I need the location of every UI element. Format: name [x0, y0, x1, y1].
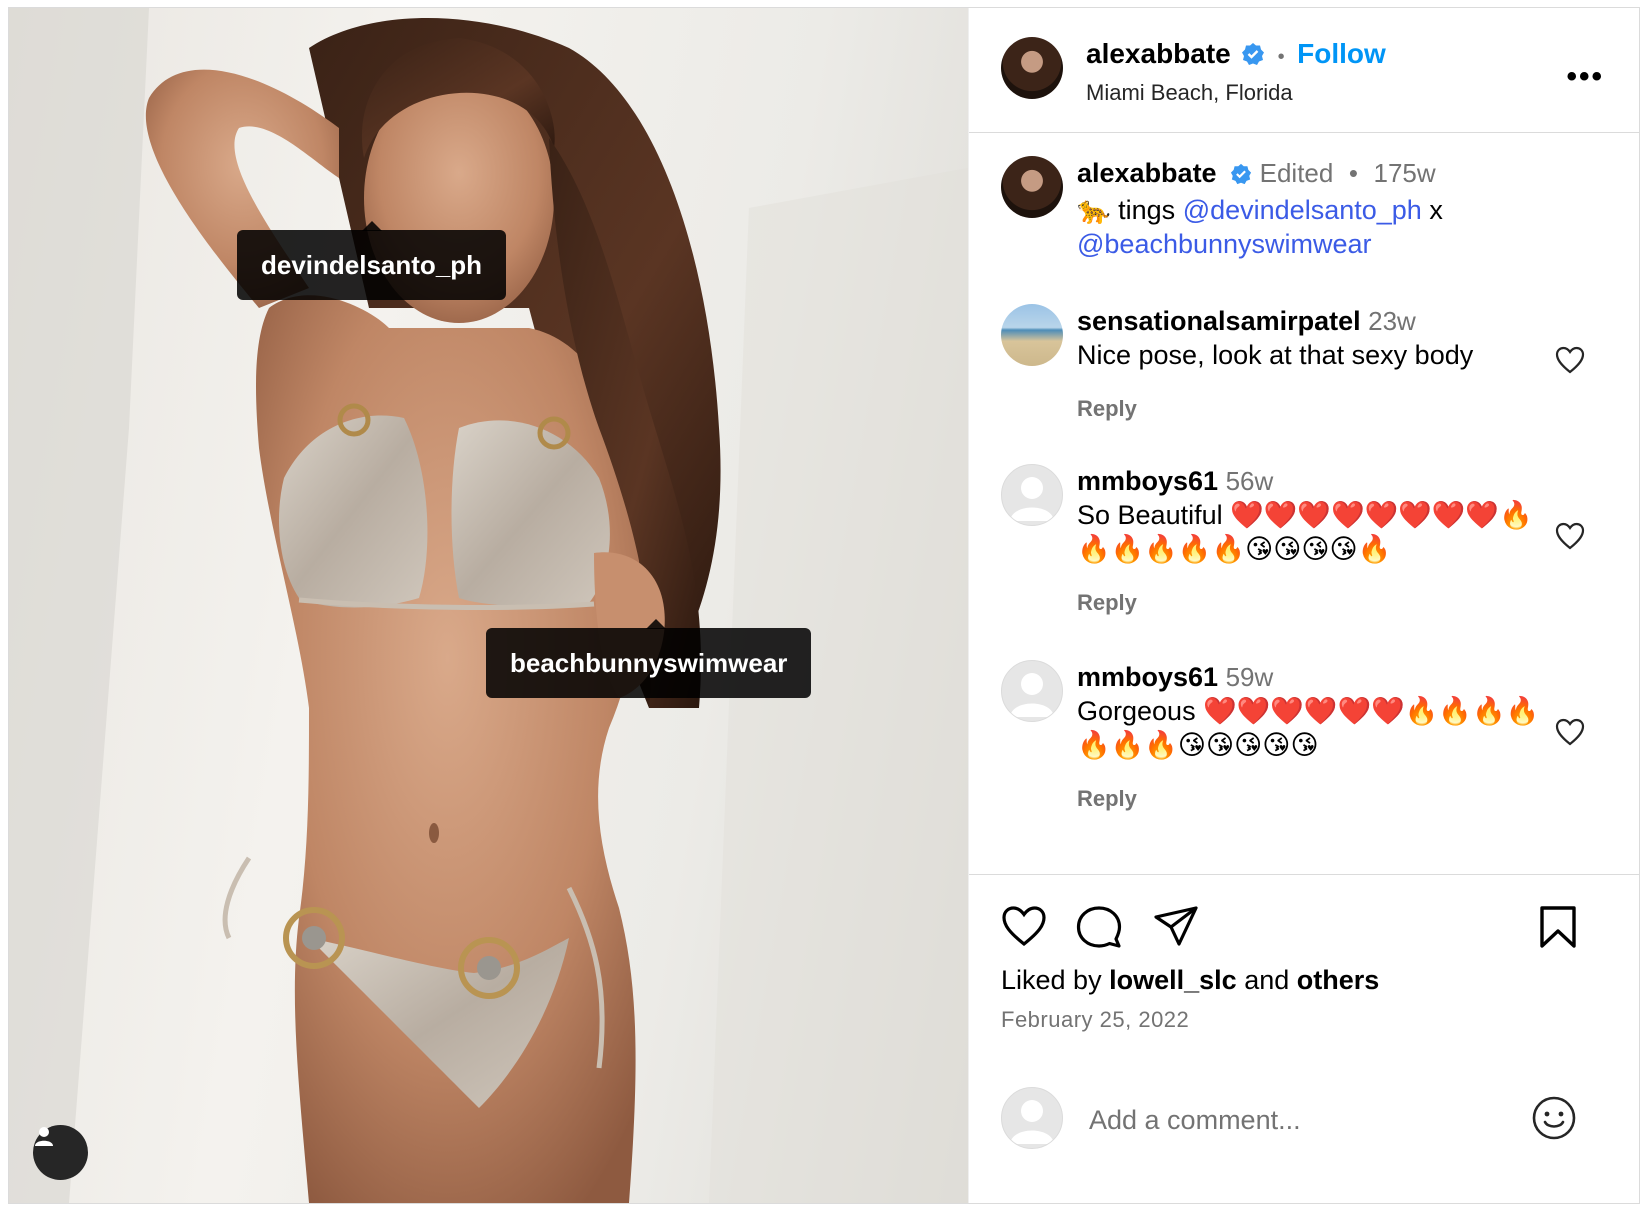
reply-button[interactable]: Reply [1077, 782, 1547, 816]
like-comment-heart-icon[interactable] [1555, 718, 1585, 746]
share-paper-plane-icon[interactable] [1153, 905, 1199, 947]
photo-illustration [9, 8, 968, 1203]
more-options-button[interactable]: ••• [1566, 60, 1604, 94]
separator-dot: • [1348, 158, 1358, 188]
like-comment-heart-icon[interactable] [1555, 522, 1585, 550]
post-date[interactable]: February 25, 2022 [1001, 1007, 1189, 1033]
default-avatar-icon [1010, 1100, 1054, 1144]
person-icon [35, 1127, 53, 1146]
default-avatar-icon [1010, 673, 1054, 717]
caption-mention[interactable]: @devindelsanto_ph [1183, 195, 1422, 225]
caption-emoji: 🐆 [1077, 195, 1111, 225]
default-avatar-icon [1010, 477, 1054, 521]
add-comment-input[interactable] [1087, 1097, 1501, 1143]
liked-by-and: and [1244, 965, 1290, 995]
viewer-avatar [1001, 1087, 1063, 1149]
commenter-username[interactable]: sensationalsamirpatel [1077, 306, 1361, 336]
post-side-panel: alexabbate • Follow Miami Beach, Florida… [968, 8, 1640, 1203]
comment-time[interactable]: 56w [1226, 466, 1274, 496]
comment-bubble-icon[interactable] [1076, 905, 1122, 949]
comment-text: So Beautiful ❤️❤️❤️❤️❤️❤️❤️❤️🔥🔥🔥🔥🔥🔥😘😘😘😘🔥 [1077, 500, 1533, 564]
comments-list[interactable]: alexabbate Edited • 175w 🐆 tings @devind… [969, 132, 1640, 874]
save-bookmark-icon[interactable] [1539, 905, 1577, 949]
likes-summary: Liked by lowell_slc and others [1001, 965, 1379, 996]
like-heart-icon[interactable] [1001, 905, 1047, 947]
post-location[interactable]: Miami Beach, Florida [1086, 80, 1293, 106]
separator-dot: • [1277, 46, 1285, 68]
verified-badge-icon [1230, 159, 1252, 193]
post-dialog: devindelsanto_ph beachbunnyswimwear alex… [8, 7, 1640, 1204]
commenter-avatar[interactable] [1001, 660, 1063, 722]
photo-user-tag[interactable]: beachbunnyswimwear [486, 619, 812, 698]
caption-time[interactable]: 175w [1373, 158, 1435, 188]
tagged-users-button[interactable] [33, 1125, 88, 1180]
caption-joiner: x [1429, 195, 1443, 225]
post-header: alexabbate • Follow Miami Beach, Florida… [969, 8, 1640, 133]
comment-time[interactable]: 59w [1226, 662, 1274, 692]
comment-text: Gorgeous ❤️❤️❤️❤️❤️❤️🔥🔥🔥🔥🔥🔥🔥😘😘😘😘😘 [1077, 696, 1540, 760]
author-username[interactable]: alexabbate [1086, 38, 1231, 69]
emoji-smiley-icon[interactable] [1531, 1095, 1577, 1141]
commenter-username[interactable]: mmboys61 [1077, 466, 1218, 496]
comment-composer [1001, 1087, 1621, 1151]
post-actions: Liked by lowell_slc and others February … [969, 874, 1640, 1205]
author-avatar[interactable] [1001, 37, 1063, 99]
caption-username[interactable]: alexabbate [1077, 158, 1217, 188]
caption-mention[interactable]: @beachbunnyswimwear [1077, 229, 1372, 259]
edited-label: Edited [1259, 158, 1334, 188]
reply-button[interactable]: Reply [1077, 392, 1547, 426]
post-photo[interactable]: devindelsanto_ph beachbunnyswimwear [9, 8, 968, 1203]
comment-text: Nice pose, look at that sexy body [1077, 340, 1474, 370]
liked-by-user[interactable]: lowell_slc [1109, 965, 1237, 995]
like-comment-heart-icon[interactable] [1555, 346, 1585, 374]
liked-by-others[interactable]: others [1297, 965, 1380, 995]
comment-time[interactable]: 23w [1368, 306, 1416, 336]
caption-text: tings [1118, 195, 1176, 225]
reply-button[interactable]: Reply [1077, 586, 1547, 620]
commenter-avatar[interactable] [1001, 304, 1063, 366]
liked-by-prefix: Liked by [1001, 965, 1102, 995]
commenter-avatar[interactable] [1001, 464, 1063, 526]
verified-badge-icon [1241, 42, 1265, 71]
photo-user-tag[interactable]: devindelsanto_ph [237, 221, 507, 300]
follow-button[interactable]: Follow [1297, 38, 1386, 69]
caption-author-avatar[interactable] [1001, 156, 1063, 218]
commenter-username[interactable]: mmboys61 [1077, 662, 1218, 692]
